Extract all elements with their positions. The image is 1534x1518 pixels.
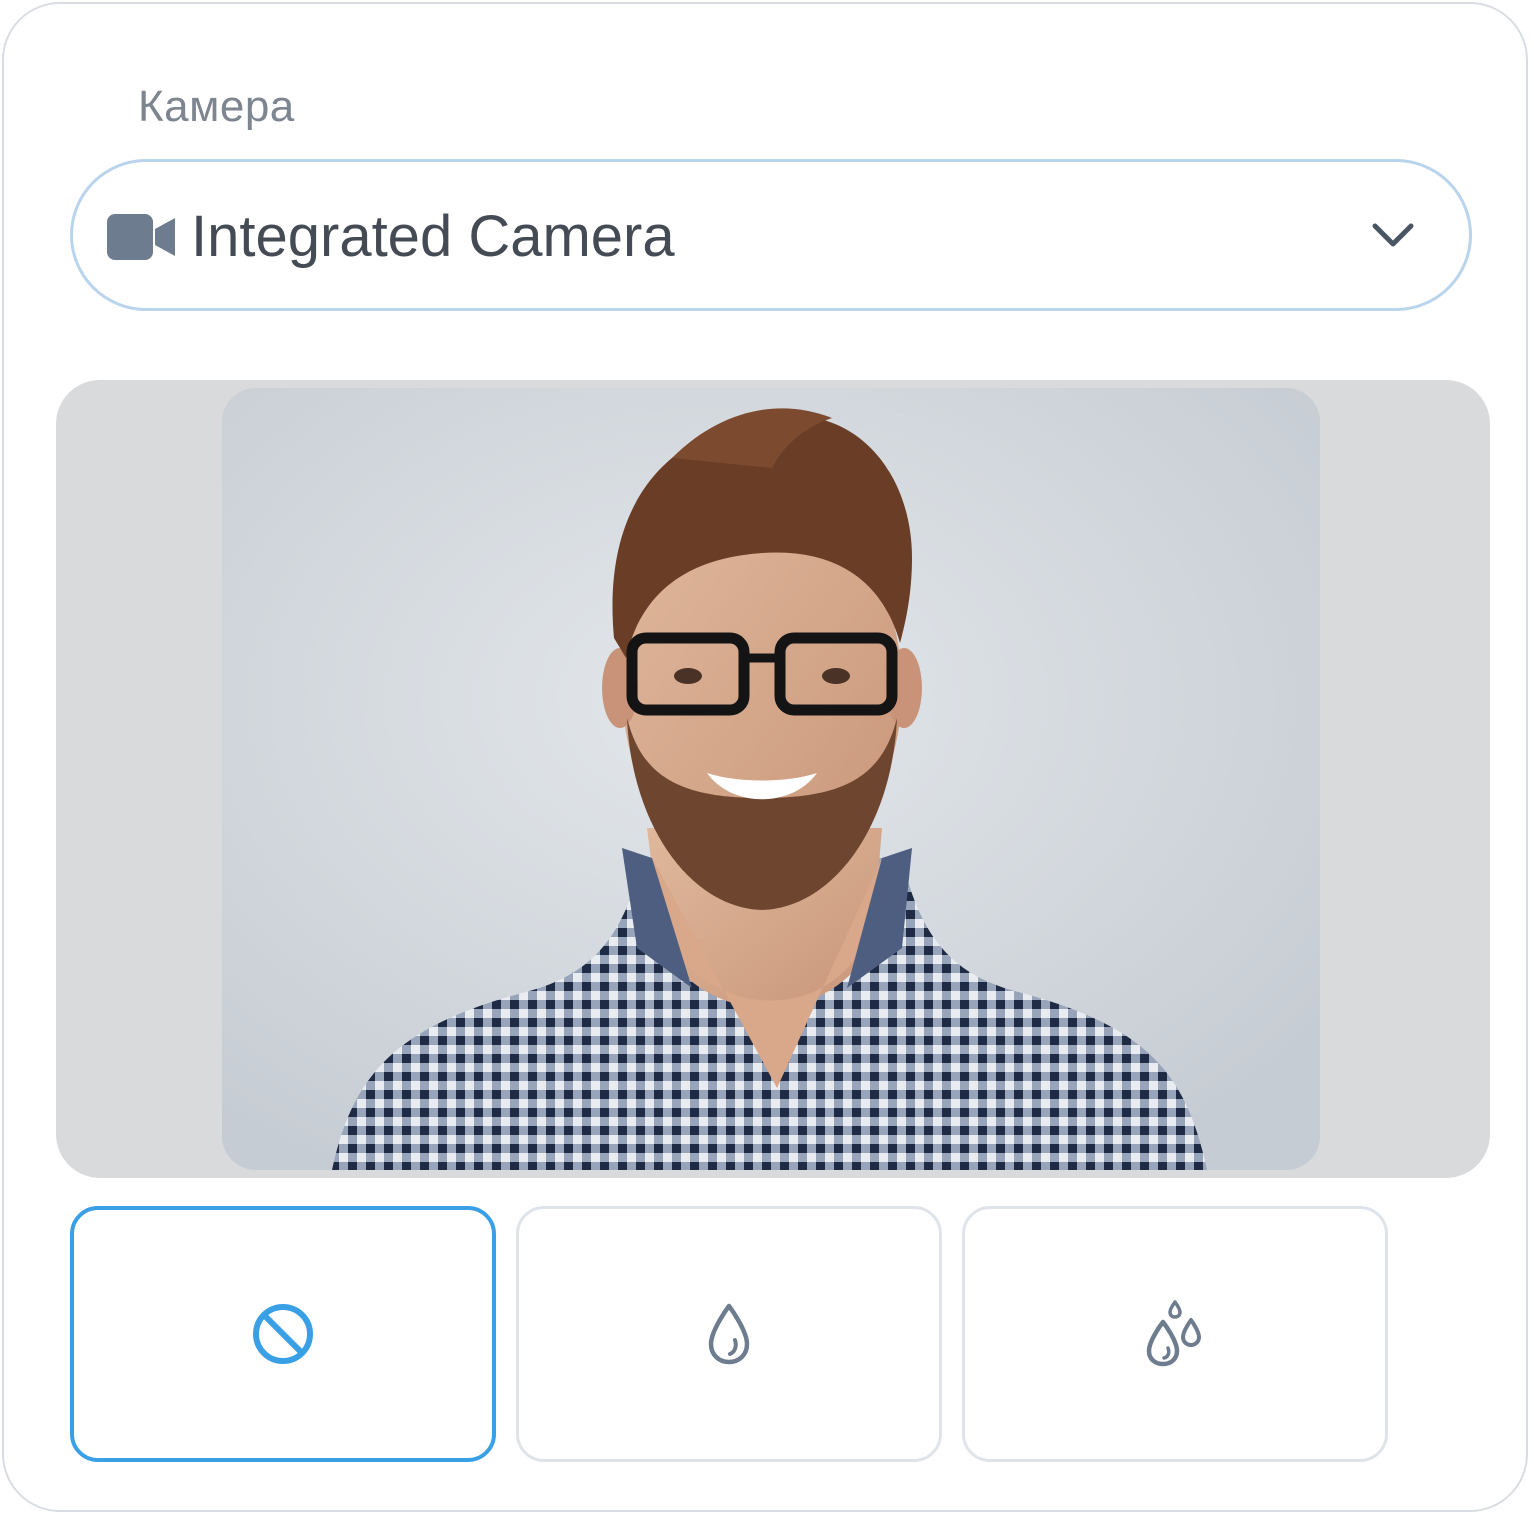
drops-icon <box>1146 1300 1201 1367</box>
camera-settings-card: Камера Integrated Camera <box>2 2 1528 1512</box>
camera-select-value: Integrated Camera <box>191 204 675 269</box>
effect-none-button[interactable] <box>70 1206 496 1462</box>
person-illustration <box>222 388 1320 1170</box>
no-effect-icon <box>253 1304 313 1364</box>
camera-label: Камера <box>138 82 295 131</box>
camera-select[interactable]: Integrated Camera <box>70 159 1472 311</box>
camera-video-feed <box>222 388 1320 1170</box>
video-camera-icon <box>107 214 175 260</box>
chevron-down-icon[interactable] <box>1371 220 1415 250</box>
background-effects <box>70 1206 1390 1462</box>
drop-icon <box>708 1303 750 1365</box>
camera-preview <box>56 380 1490 1178</box>
effect-blur-strong-button[interactable] <box>962 1206 1388 1462</box>
effect-blur-light-button[interactable] <box>516 1206 942 1462</box>
